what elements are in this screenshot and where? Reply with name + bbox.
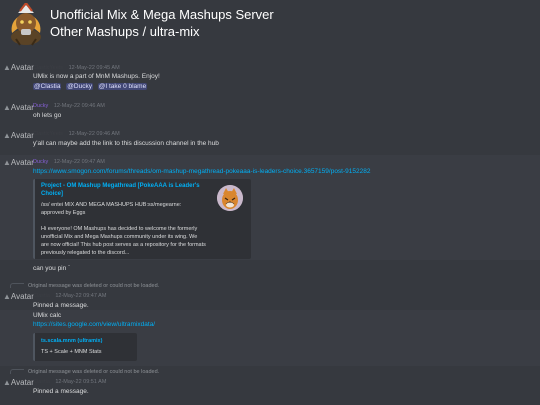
username[interactable]: Clastia	[33, 293, 50, 299]
message-link[interactable]: https://www.smogon.com/forums/threads/om…	[33, 168, 370, 175]
system-message-text: Pinned a message.	[33, 302, 89, 309]
message: ▲Avatar Ducky 12-May-22 09:46 AM oh lets…	[0, 100, 540, 122]
username[interactable]: ClasticYeets	[33, 65, 63, 71]
message-text: can you pin `	[33, 265, 71, 272]
embed-line: previously relegated to the discord...	[41, 250, 130, 256]
message-link[interactable]: https://sites.google.com/view/ultramixda…	[33, 321, 155, 328]
avatar-image-icon: ▲	[3, 103, 11, 112]
mention[interactable]: @Ducky	[66, 83, 93, 90]
channel-header: Unofficial Mix & Mega Mashups Server Oth…	[0, 0, 540, 52]
username[interactable]: ClasticYeets	[33, 131, 63, 137]
timestamp: 12-May-22 09:46 AM	[53, 103, 105, 109]
mention-row: @Clastia @Ducky @I take 0 blame	[33, 83, 150, 90]
avatar-image-icon: ▲	[3, 158, 11, 167]
username[interactable]: Ducky	[33, 103, 48, 109]
mention[interactable]: @Clastia	[33, 83, 62, 90]
message: Original message was deleted or could no…	[0, 368, 540, 402]
timestamp: 12-May-22 09:46 AM	[68, 131, 120, 137]
avatar-image-icon: ▲	[3, 131, 11, 140]
username[interactable]: Clastia	[33, 379, 50, 385]
message-meta: ClasticYeets 12-May-22 09:46 AM	[33, 131, 120, 137]
message-meta: Ducky 12-May-22 09:46 AM	[33, 103, 105, 109]
reply-connector	[10, 283, 24, 289]
avatar[interactable]: ▲Avatar	[3, 158, 34, 167]
message-meta: Clastia 12-May-22 09:47 AM	[33, 293, 106, 299]
server-icon[interactable]	[6, 1, 46, 47]
embed-line: unofficial Mix and Mega Mashups communit…	[41, 234, 198, 240]
avatar-image-icon: ▲	[3, 378, 11, 387]
timestamp: 12-May-22 09:47 AM	[53, 159, 105, 165]
embed-description: TS + Scale + MNM Stats	[41, 349, 102, 355]
message-meta: Ducky 12-May-22 09:47 AM	[33, 159, 105, 165]
timestamp: 12-May-22 09:45 AM	[68, 65, 120, 71]
server-name: Unofficial Mix & Mega Mashups Server	[50, 7, 274, 22]
link-embed: ts.scala.mnm (ultramix) TS + Scale + MNM…	[33, 333, 137, 361]
avatar[interactable]: ▲Avatar	[3, 63, 34, 72]
embed-title[interactable]: ts.scala.mnm (ultramix)	[41, 338, 102, 344]
embed-line: are now official! This hub post serves a…	[41, 242, 206, 248]
avatar[interactable]: ▲Avatar	[3, 292, 34, 301]
avatar-image-icon: ▲	[3, 292, 11, 301]
mention[interactable]: @I take 0 blame	[97, 83, 148, 90]
timestamp: 12-May-22 09:51 AM	[55, 379, 107, 385]
message-text: UMix is now a part of MnM Mashups. Enjoy…	[33, 73, 160, 80]
message: ▲Avatar ClasticYeets 12-May-22 09:45 AM …	[0, 63, 540, 95]
reply-connector	[10, 369, 24, 375]
message-meta: Clastia 12-May-22 09:51 AM	[33, 379, 106, 385]
embed-line: Hi everyone! OM Mashups has decided to w…	[41, 226, 198, 232]
message-meta: ClasticYeets 12-May-22 09:45 AM	[33, 65, 120, 71]
embed-line: /ss/ entei MIX AND MEGA MASHUPS HUB:ss/m…	[41, 202, 182, 208]
link-embed: Project - OM Mashup Megathread [PokeAAA …	[33, 179, 251, 259]
message: ▲Avatar Ducky 12-May-22 09:47 AM https:/…	[0, 155, 540, 260]
embed-line: approved by Eggs	[41, 210, 86, 216]
timestamp: 12-May-22 09:47 AM	[55, 293, 107, 299]
embed-title[interactable]: Project - OM Mashup Megathread [PokeAAA …	[41, 183, 200, 189]
message-text: oh lets go	[33, 112, 62, 119]
embed-title-cont[interactable]: Choice]	[41, 191, 63, 197]
embed-thumbnail-icon	[217, 185, 243, 211]
reply-reference[interactable]: Original message was deleted or could no…	[10, 369, 159, 375]
channel-path: Other Mashups / ultra-mix	[50, 24, 200, 39]
reply-reference[interactable]: Original message was deleted or could no…	[10, 283, 159, 289]
pinned-message-content: UMix calc https://sites.google.com/view/…	[0, 310, 540, 366]
message-text: UMix calc	[33, 312, 62, 319]
username[interactable]: Ducky	[33, 159, 48, 165]
avatar[interactable]: ▲Avatar	[3, 103, 34, 112]
avatar[interactable]: ▲Avatar	[3, 378, 34, 387]
message-text: y'all can maybe add the link to this dis…	[33, 140, 219, 147]
message: ▲Avatar ClasticYeets 12-May-22 09:46 AM …	[0, 128, 540, 150]
avatar[interactable]: ▲Avatar	[3, 131, 34, 140]
avatar-image-icon: ▲	[3, 63, 11, 72]
system-message-text: Pinned a message.	[33, 388, 89, 395]
